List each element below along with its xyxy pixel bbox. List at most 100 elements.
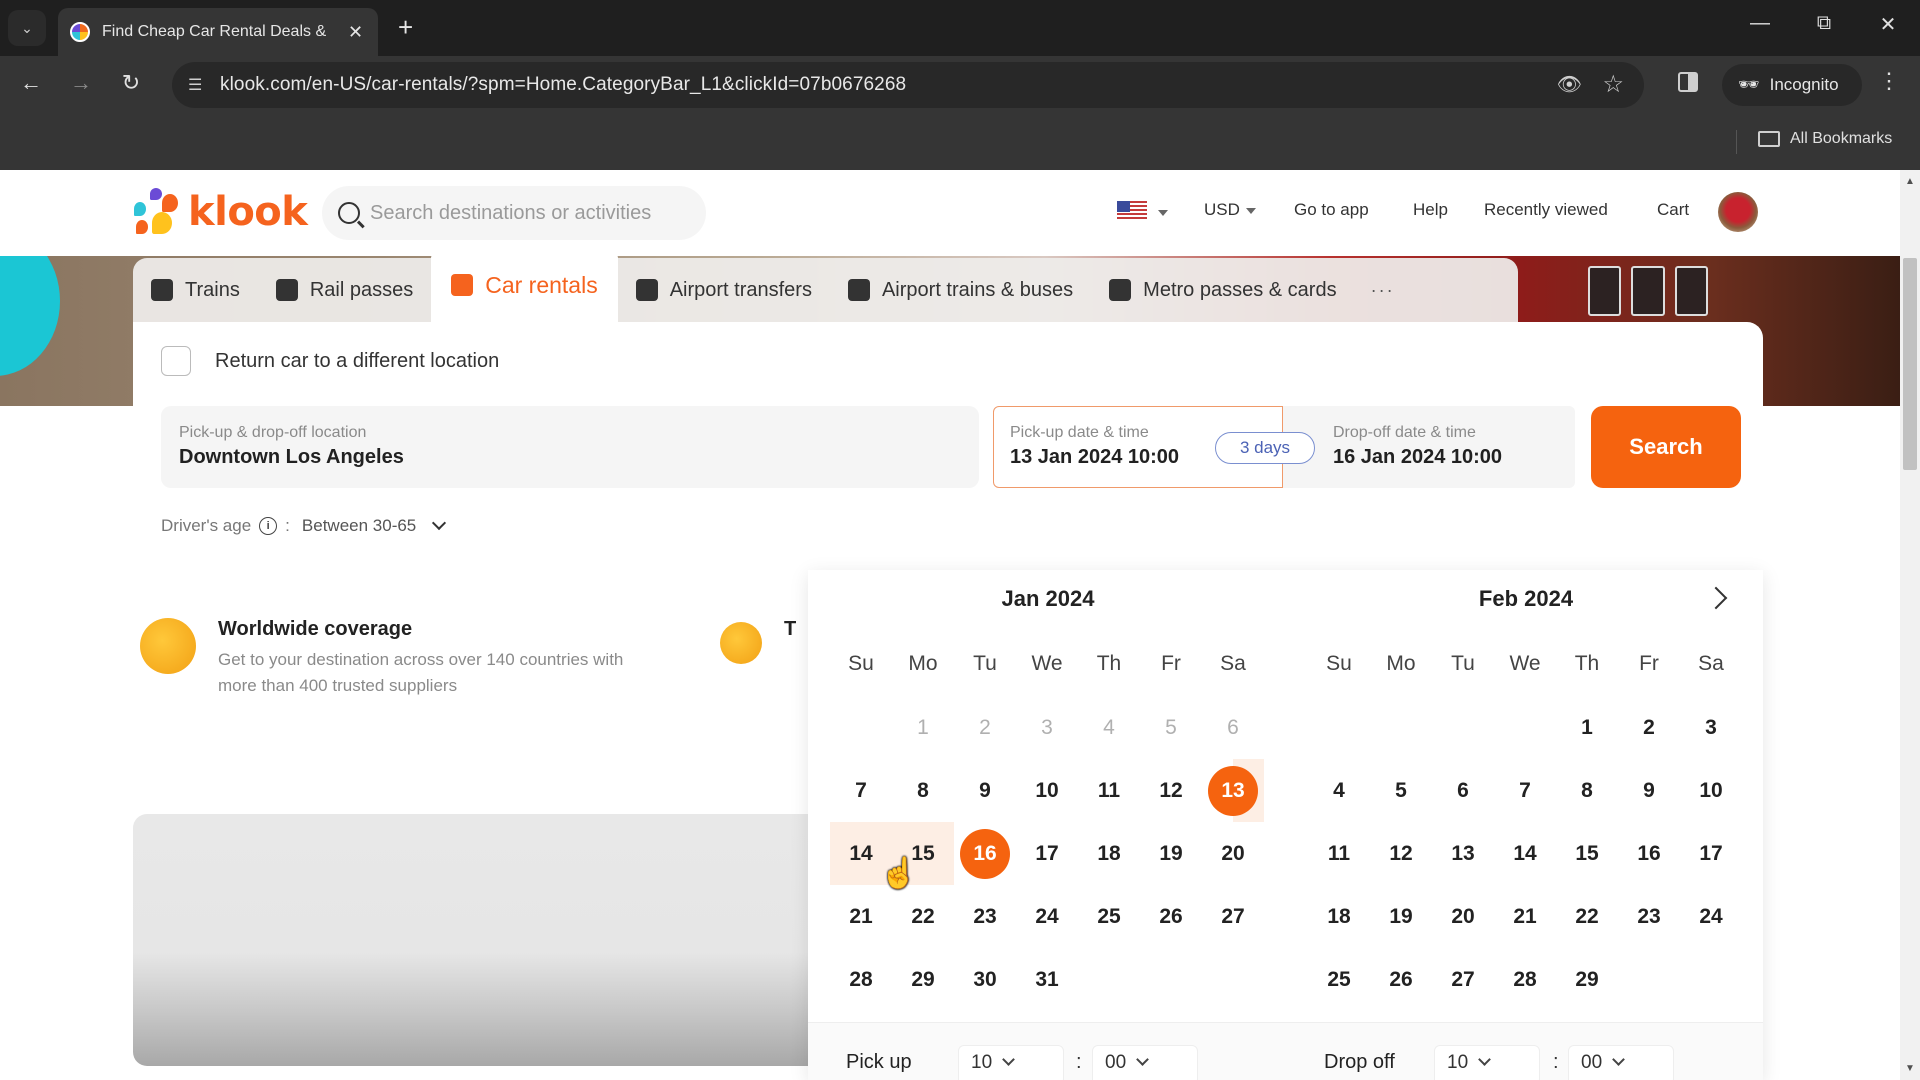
return-different-location-checkbox[interactable]: [161, 346, 191, 376]
site-info-icon[interactable]: ☰: [188, 75, 202, 95]
calendar-day[interactable]: 2: [1618, 696, 1680, 759]
new-tab-button[interactable]: +: [398, 12, 413, 43]
calendar-day[interactable]: 24: [1016, 885, 1078, 948]
calendar-day[interactable]: 3: [1680, 696, 1742, 759]
tab-airport-trains-buses[interactable]: Airport trains & buses: [830, 258, 1091, 322]
calendar-day[interactable]: 24: [1680, 885, 1742, 948]
calendar-day[interactable]: 5: [1370, 759, 1432, 822]
recently-viewed-link[interactable]: Recently viewed: [1484, 200, 1608, 220]
calendar-day[interactable]: 7: [1494, 759, 1556, 822]
close-window-icon[interactable]: ✕: [1868, 12, 1908, 37]
calendar-day[interactable]: 8: [892, 759, 954, 822]
tab-car-rentals[interactable]: Car rentals: [431, 254, 618, 322]
user-avatar[interactable]: [1718, 192, 1758, 232]
address-bar[interactable]: ☰ klook.com/en-US/car-rentals/?spm=Home.…: [172, 62, 1644, 108]
go-to-app-link[interactable]: Go to app: [1294, 200, 1369, 220]
calendar-day[interactable]: 30: [954, 948, 1016, 1011]
calendar-day[interactable]: 29: [892, 948, 954, 1011]
calendar-day[interactable]: 12: [1370, 822, 1432, 885]
calendar-day[interactable]: 20: [1202, 822, 1264, 885]
more-categories-button[interactable]: ···: [1355, 280, 1411, 301]
calendar-day[interactable]: 9: [1618, 759, 1680, 822]
calendar-day[interactable]: 11: [1078, 759, 1140, 822]
restore-icon[interactable]: ⧉: [1804, 12, 1844, 35]
tab-airport-transfers[interactable]: Airport transfers: [618, 258, 830, 322]
calendar-day[interactable]: 9: [954, 759, 1016, 822]
calendar-day[interactable]: 4: [1308, 759, 1370, 822]
scroll-up-arrow-icon[interactable]: ▲: [1905, 176, 1915, 187]
reload-icon[interactable]: ↻: [116, 70, 146, 96]
return-different-location-label[interactable]: Return car to a different location: [215, 350, 499, 373]
scroll-down-arrow-icon[interactable]: ▼: [1905, 1063, 1915, 1074]
all-bookmarks-button[interactable]: All Bookmarks: [1758, 130, 1892, 148]
star-icon[interactable]: ☆: [1602, 70, 1624, 99]
help-link[interactable]: Help: [1413, 200, 1448, 220]
info-icon[interactable]: i: [259, 517, 278, 535]
calendar-day[interactable]: 15: [1556, 822, 1618, 885]
page-scrollbar[interactable]: ▲ ▼: [1900, 170, 1920, 1080]
eye-off-icon[interactable]: 👁: [1557, 72, 1582, 97]
calendar-day[interactable]: 7: [830, 759, 892, 822]
pickup-hour-select[interactable]: 10: [958, 1045, 1064, 1080]
calendar-day[interactable]: 29: [1556, 948, 1618, 1011]
calendar-day[interactable]: 6: [1432, 759, 1494, 822]
calendar-day[interactable]: 23: [1618, 885, 1680, 948]
calendar-day[interactable]: 28: [1494, 948, 1556, 1011]
dropoff-datetime-field[interactable]: Drop-off date & time 16 Jan 2024 10:00: [1283, 406, 1575, 488]
tab-rail-passes[interactable]: Rail passes: [258, 258, 431, 322]
calendar-day[interactable]: 27: [1202, 885, 1264, 948]
calendar-day[interactable]: 13: [1432, 822, 1494, 885]
klook-logo[interactable]: klook: [132, 188, 308, 236]
calendar-day[interactable]: 18: [1308, 885, 1370, 948]
calendar-day[interactable]: 26: [1140, 885, 1202, 948]
calendar-day[interactable]: 12: [1140, 759, 1202, 822]
cart-link[interactable]: Cart: [1657, 200, 1689, 220]
calendar-day[interactable]: 21: [830, 885, 892, 948]
calendar-day[interactable]: 26: [1370, 948, 1432, 1011]
calendar-day[interactable]: 25: [1308, 948, 1370, 1011]
calendar-day[interactable]: 31: [1016, 948, 1078, 1011]
forward-arrow-icon[interactable]: →: [66, 70, 96, 96]
calendar-day[interactable]: 22: [892, 885, 954, 948]
calendar-day[interactable]: 19: [1140, 822, 1202, 885]
pickup-minute-select[interactable]: 00: [1092, 1045, 1198, 1080]
calendar-day[interactable]: 17: [1680, 822, 1742, 885]
incognito-badge[interactable]: 🕶 Incognito: [1722, 64, 1862, 106]
calendar-day[interactable]: 23: [954, 885, 1016, 948]
calendar-day[interactable]: 27: [1432, 948, 1494, 1011]
tab-trains[interactable]: Trains: [133, 258, 258, 322]
back-arrow-icon[interactable]: ←: [16, 70, 46, 96]
drivers-age-selector[interactable]: Driver's age i : Between 30-65: [161, 515, 447, 536]
url-text[interactable]: klook.com/en-US/car-rentals/?spm=Home.Ca…: [220, 74, 906, 96]
currency-selector[interactable]: USD: [1204, 200, 1256, 220]
language-caret-icon[interactable]: [1158, 210, 1168, 216]
calendar-day[interactable]: 16: [1618, 822, 1680, 885]
calendar-day[interactable]: 28: [830, 948, 892, 1011]
calendar-day[interactable]: 10: [1016, 759, 1078, 822]
browser-menu-icon[interactable]: ⋮: [1878, 68, 1900, 94]
calendar-day[interactable]: 25: [1078, 885, 1140, 948]
calendar-day[interactable]: 17: [1016, 822, 1078, 885]
calendar-day[interactable]: 1: [1556, 696, 1618, 759]
calendar-day[interactable]: 10: [1680, 759, 1742, 822]
close-tab-icon[interactable]: ✕: [348, 22, 363, 43]
minimize-icon[interactable]: —: [1740, 12, 1780, 35]
side-panel-icon[interactable]: [1678, 72, 1698, 92]
location-field[interactable]: Pick-up & drop-off location Downtown Los…: [161, 406, 979, 488]
tab-search-button[interactable]: ⌄: [8, 10, 46, 46]
us-flag-icon[interactable]: [1117, 201, 1147, 221]
calendar-day[interactable]: 18: [1078, 822, 1140, 885]
calendar-day[interactable]: 20: [1432, 885, 1494, 948]
calendar-day[interactable]: 19: [1370, 885, 1432, 948]
return-different-location-option[interactable]: Return car to a different location: [161, 346, 499, 376]
dropoff-minute-select[interactable]: 00: [1568, 1045, 1674, 1080]
promo-banner-placeholder[interactable]: [133, 814, 813, 1066]
calendar-day[interactable]: 14: [1494, 822, 1556, 885]
browser-tab-active[interactable]: Find Cheap Car Rental Deals & ✕: [58, 8, 378, 56]
calendar-day-selected-start[interactable]: 13: [1202, 759, 1264, 822]
search-input[interactable]: [370, 201, 690, 225]
tab-metro-passes[interactable]: Metro passes & cards: [1091, 258, 1354, 322]
calendar-day[interactable]: 11: [1308, 822, 1370, 885]
site-search[interactable]: [322, 186, 706, 240]
scrollbar-thumb[interactable]: [1903, 258, 1917, 470]
